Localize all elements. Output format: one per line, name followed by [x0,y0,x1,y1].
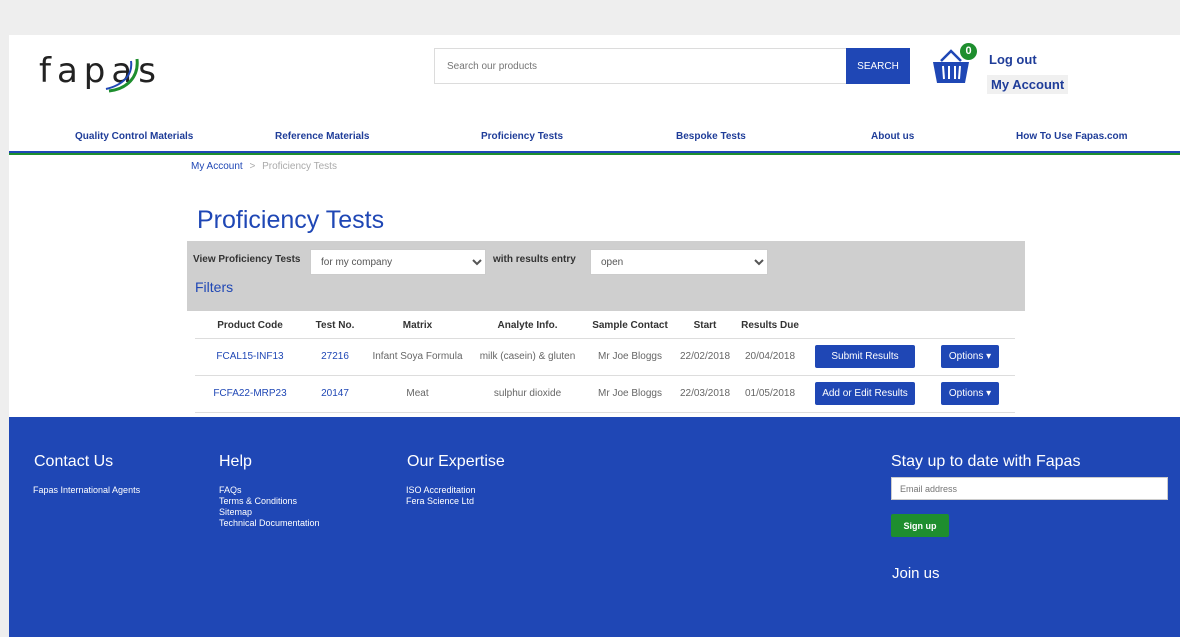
footer-expertise-title: Our Expertise [407,453,505,470]
due-cell: 01/05/2018 [735,375,805,413]
start-cell: 22/03/2018 [675,375,735,413]
test-no-link[interactable]: 27216 [321,351,349,362]
footer-link-sitemap[interactable]: Sitemap [219,507,252,517]
options-label: Options [948,351,984,362]
due-cell: 20/04/2018 [735,338,805,376]
page-title: Proficiency Tests [197,206,385,234]
caret-down-icon: ▾ [986,388,992,399]
nav-how-to-use[interactable]: How To Use Fapas.com [1016,131,1128,142]
col-options [925,314,1015,339]
table-row: FCFA22-MRP23 20147 Meat sulphur dioxide … [195,375,1015,413]
contact-cell: Mr Joe Bloggs [585,375,675,413]
caret-down-icon: ▾ [986,351,992,362]
footer-contact-links: Fapas International Agents [33,485,140,496]
start-cell: 22/02/2018 [675,338,735,376]
contact-cell: Mr Joe Bloggs [585,338,675,376]
filters-link[interactable]: Filters [195,279,233,295]
col-matrix: Matrix [365,314,470,339]
breadcrumb: My Account > Proficiency Tests [191,161,337,172]
footer-link-terms[interactable]: Terms & Conditions [219,496,297,506]
test-no-link[interactable]: 20147 [321,388,349,399]
nav-about-us[interactable]: About us [871,131,914,142]
proficiency-tests-table: Product Code Test No. Matrix Analyte Inf… [195,314,1015,413]
fapas-logo[interactable]: fapas [39,51,162,93]
breadcrumb-separator: > [249,161,256,172]
search-button[interactable]: SEARCH [846,48,910,84]
col-action [805,314,925,339]
nav-reference-materials[interactable]: Reference Materials [275,131,370,142]
logout-link[interactable]: Log out [989,52,1037,67]
footer-help-links: FAQs Terms & Conditions Sitemap Technica… [219,485,320,529]
breadcrumb-my-account[interactable]: My Account [191,161,243,172]
results-entry-label: with results entry [493,254,576,265]
col-product-code: Product Code [195,314,305,339]
newsletter-title: Stay up to date with Fapas [891,453,1081,470]
view-tests-select[interactable]: for my company [310,249,486,275]
page-frame: fapas SEARCH 0 Log out My Account Qualit… [9,35,1180,637]
nav-quality-control-materials[interactable]: Quality Control Materials [75,131,193,142]
nav-bespoke-tests[interactable]: Bespoke Tests [676,131,746,142]
nav-proficiency-tests[interactable]: Proficiency Tests [481,131,563,142]
analyte-cell: milk (casein) & gluten [470,338,585,376]
col-results-due: Results Due [735,314,805,339]
footer-link-faqs[interactable]: FAQs [219,485,242,495]
analyte-cell: sulphur dioxide [470,375,585,413]
filters-panel: View Proficiency Tests for my company wi… [187,241,1025,311]
results-entry-select[interactable]: open [590,249,768,275]
footer-link-iso[interactable]: ISO Accreditation [406,485,476,495]
logo-text: fapas [39,51,162,91]
col-start: Start [675,314,735,339]
newsletter-email-input[interactable] [891,477,1168,500]
footer: Contact Us Fapas International Agents He… [9,417,1180,637]
options-label: Options [948,388,984,399]
footer-contact-title: Contact Us [34,453,114,470]
join-us-heading: Join us [892,565,940,582]
matrix-cell: Meat [365,375,470,413]
col-sample-contact: Sample Contact [585,314,675,339]
product-code-link[interactable]: FCAL15-INF13 [216,351,283,362]
col-test-no: Test No. [305,314,365,339]
footer-link-agents[interactable]: Fapas International Agents [33,485,140,495]
table-row: FCAL15-INF13 27216 Infant Soya Formula m… [195,338,1015,376]
my-account-link[interactable]: My Account [987,75,1069,94]
submit-results-button[interactable]: Submit Results [815,345,915,368]
main-navigation: Quality Control Materials Reference Mate… [9,124,1180,152]
options-button[interactable]: Options ▾ [940,382,1000,405]
matrix-cell: Infant Soya Formula [365,338,470,376]
col-analyte: Analyte Info. [470,314,585,339]
footer-help-title: Help [219,453,252,470]
breadcrumb-current: Proficiency Tests [262,161,337,172]
footer-link-fera[interactable]: Fera Science Ltd [406,496,474,506]
search-input[interactable] [434,48,846,84]
newsletter-signup-button[interactable]: Sign up [891,514,949,537]
product-code-link[interactable]: FCFA22-MRP23 [213,388,286,399]
basket-count-badge: 0 [960,43,977,60]
logo-swoosh-icon [105,58,139,93]
footer-expertise-links: ISO Accreditation Fera Science Ltd [406,485,476,507]
view-tests-label: View Proficiency Tests [193,254,301,265]
nav-divider [9,151,1180,155]
options-button[interactable]: Options ▾ [940,345,1000,368]
footer-link-technical-docs[interactable]: Technical Documentation [219,518,320,528]
add-edit-results-button[interactable]: Add or Edit Results [815,382,915,405]
table-header-row: Product Code Test No. Matrix Analyte Inf… [195,314,1015,339]
